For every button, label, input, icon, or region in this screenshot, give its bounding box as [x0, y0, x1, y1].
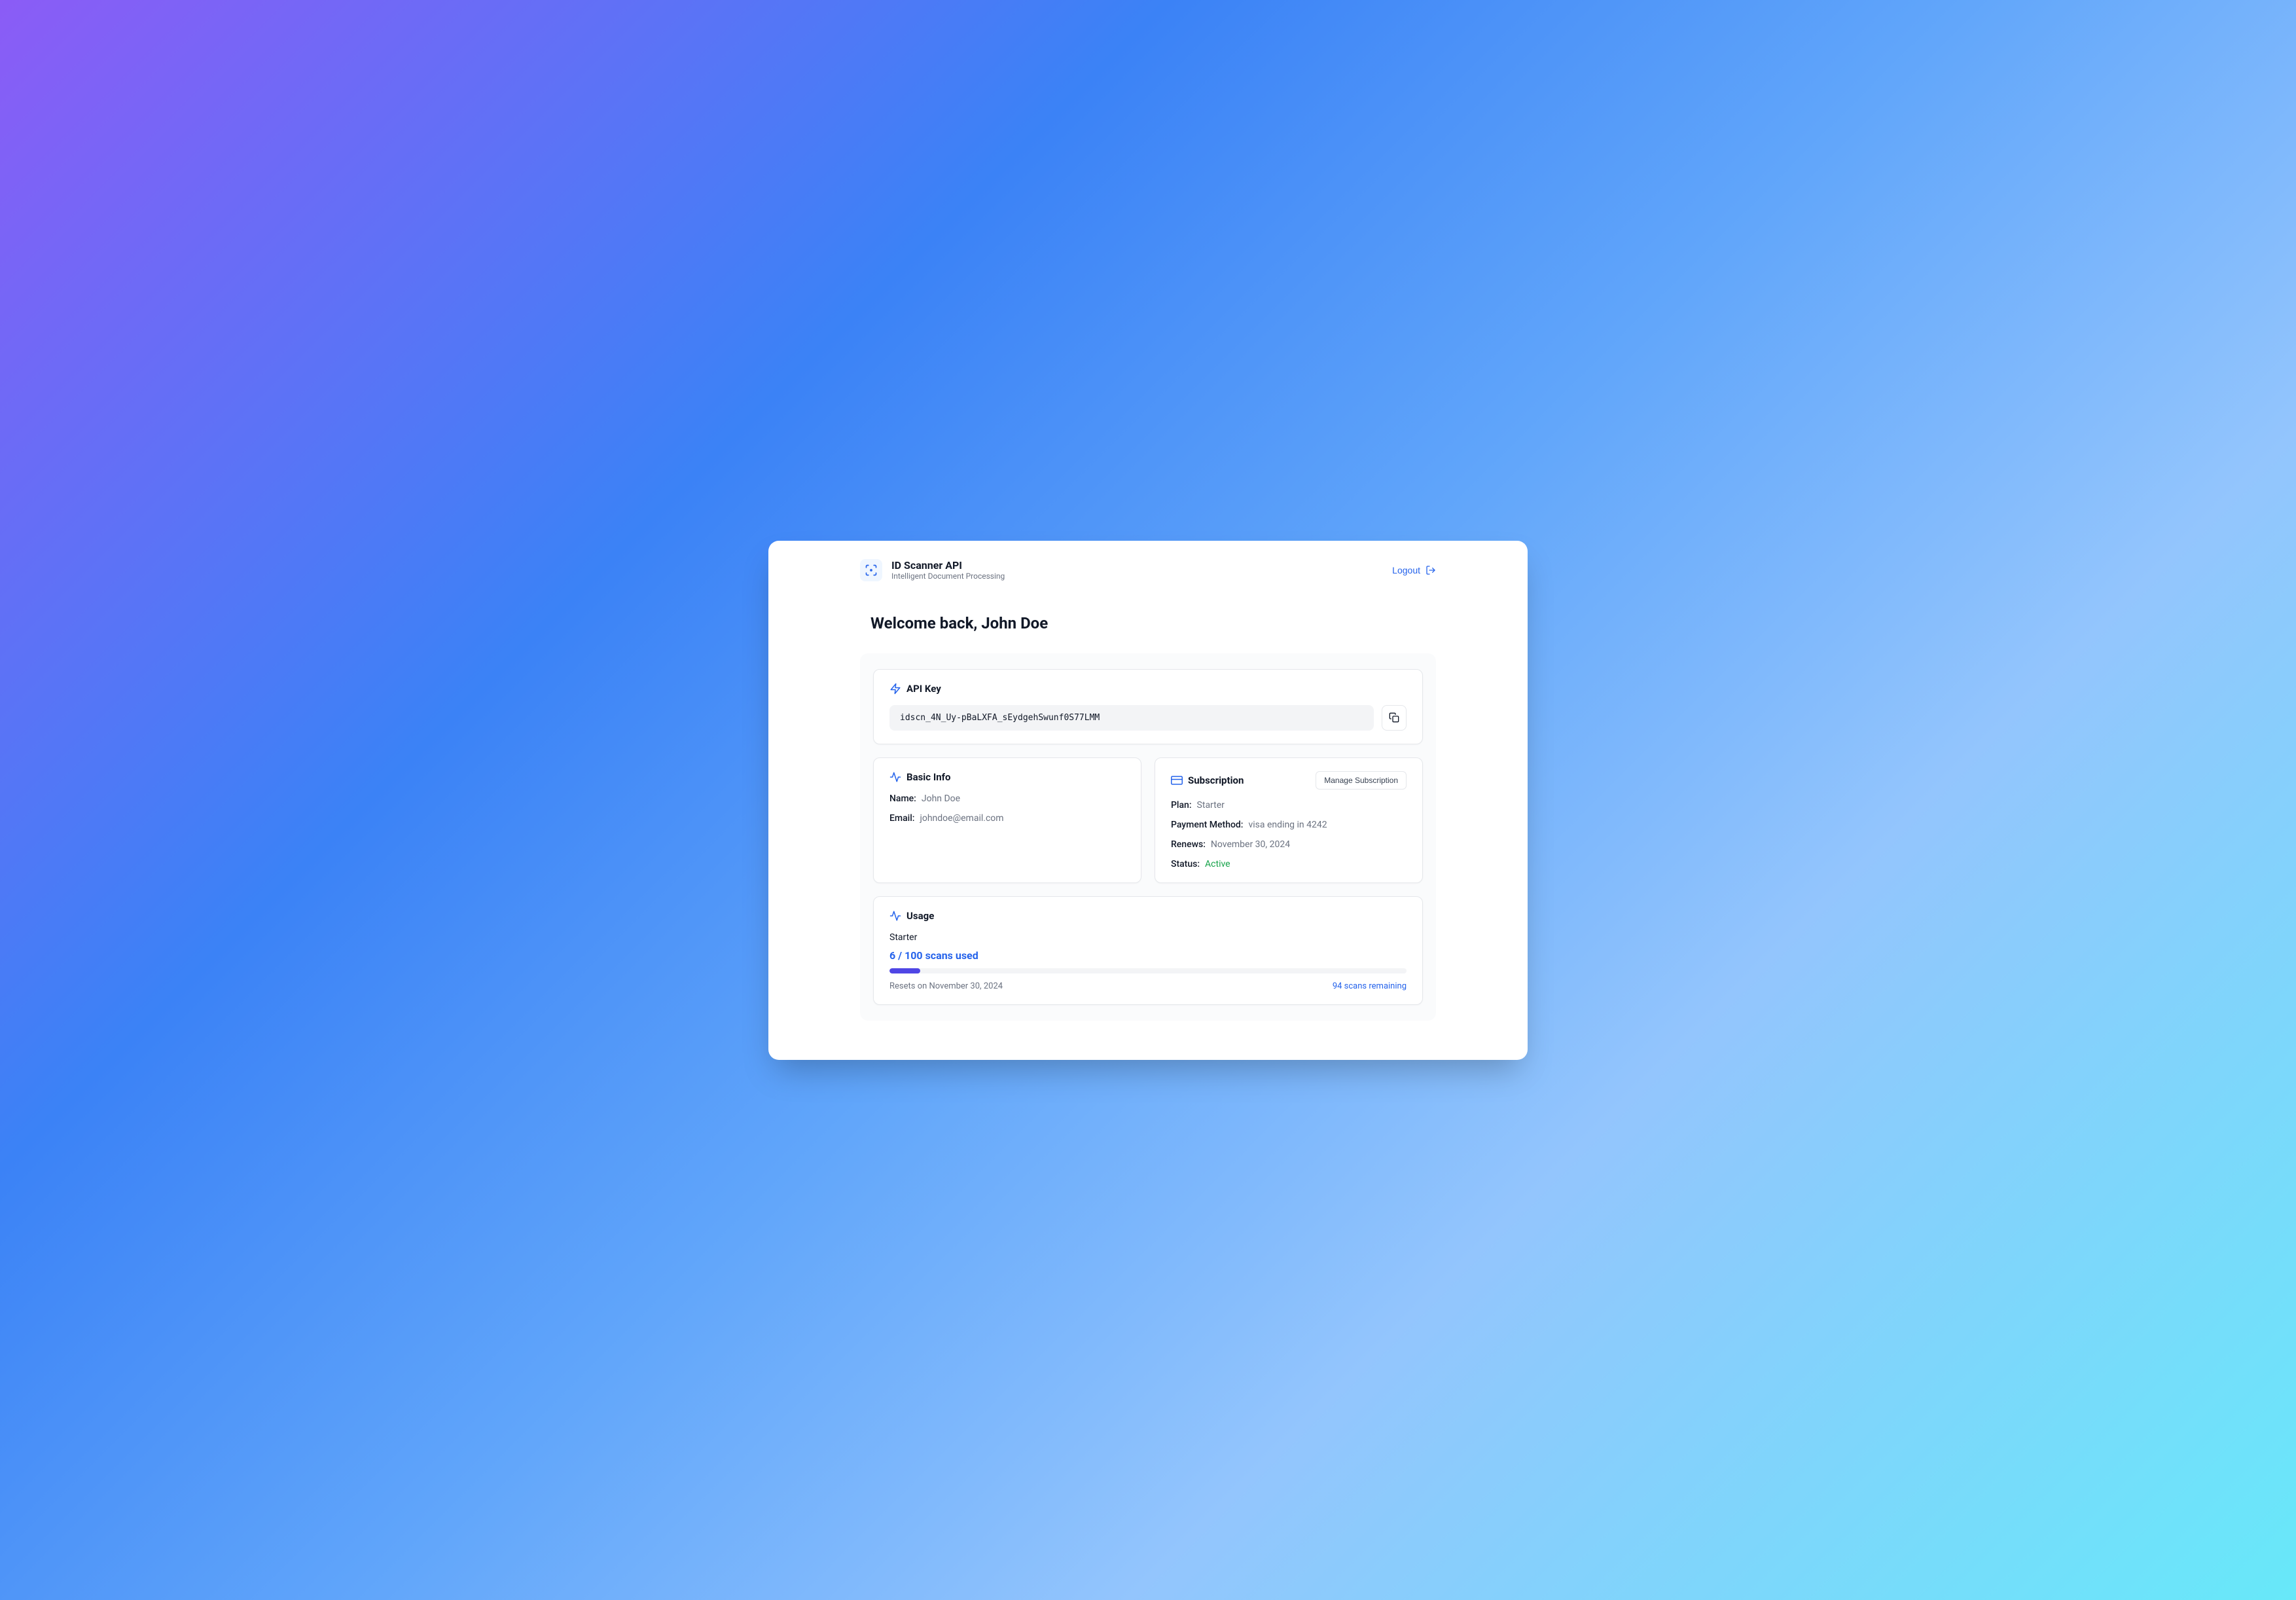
credit-card-icon — [1171, 774, 1183, 786]
subscription-card: Subscription Manage Subscription Plan: S… — [1155, 757, 1423, 883]
renews-label: Renews: — [1171, 839, 1206, 850]
name-label: Name: — [889, 793, 916, 804]
dashboard-window: ID Scanner API Intelligent Document Proc… — [768, 541, 1528, 1060]
activity-icon — [889, 910, 901, 922]
cards-container: API Key idscn_4N_Uy-pBaLXFA_sEydgehSwunf… — [860, 653, 1436, 1021]
activity-icon — [889, 771, 901, 783]
logout-icon — [1426, 565, 1436, 575]
usage-progress-bar — [889, 968, 1407, 973]
logout-button[interactable]: Logout — [1392, 565, 1436, 575]
api-key-title: API Key — [906, 683, 941, 695]
basic-info-card: Basic Info Name: John Doe Email: johndoe… — [873, 757, 1141, 883]
subscription-title: Subscription — [1188, 774, 1244, 786]
renews-value: November 30, 2024 — [1211, 839, 1290, 850]
plan-label: Plan: — [1171, 800, 1192, 810]
scan-icon — [865, 564, 878, 577]
brand-title: ID Scanner API — [891, 559, 1005, 572]
payment-method-label: Payment Method: — [1171, 820, 1244, 830]
name-value: John Doe — [922, 793, 960, 804]
usage-count: 6 / 100 scans used — [889, 949, 1407, 962]
copy-api-key-button[interactable] — [1382, 705, 1407, 731]
manage-subscription-button[interactable]: Manage Subscription — [1316, 771, 1407, 790]
usage-card: Usage Starter 6 / 100 scans used Resets … — [873, 896, 1423, 1005]
usage-title: Usage — [906, 910, 934, 922]
basic-info-title: Basic Info — [906, 771, 950, 783]
payment-method-value: visa ending in 4242 — [1249, 820, 1327, 830]
welcome-heading: Welcome back, John Doe — [860, 614, 1436, 632]
usage-reset-text: Resets on November 30, 2024 — [889, 981, 1003, 991]
brand-subtitle: Intelligent Document Processing — [891, 572, 1005, 581]
brand-logo — [860, 559, 882, 581]
status-value: Active — [1205, 859, 1230, 869]
header: ID Scanner API Intelligent Document Proc… — [768, 559, 1528, 581]
plan-value: Starter — [1197, 800, 1225, 810]
email-label: Email: — [889, 813, 914, 824]
copy-icon — [1389, 712, 1399, 723]
usage-plan: Starter — [889, 932, 1407, 943]
usage-remaining-text: 94 scans remaining — [1333, 981, 1407, 991]
api-key-value: idscn_4N_Uy-pBaLXFA_sEydgehSwunf0S77LMM — [889, 705, 1374, 731]
api-key-card: API Key idscn_4N_Uy-pBaLXFA_sEydgehSwunf… — [873, 669, 1423, 744]
brand: ID Scanner API Intelligent Document Proc… — [860, 559, 1005, 581]
email-value: johndoe@email.com — [920, 813, 1003, 824]
zap-icon — [889, 683, 901, 695]
logout-label: Logout — [1392, 565, 1420, 575]
main-content: Welcome back, John Doe API Key idscn_4N_… — [768, 581, 1528, 1021]
status-label: Status: — [1171, 859, 1200, 869]
usage-progress-fill — [889, 968, 920, 973]
